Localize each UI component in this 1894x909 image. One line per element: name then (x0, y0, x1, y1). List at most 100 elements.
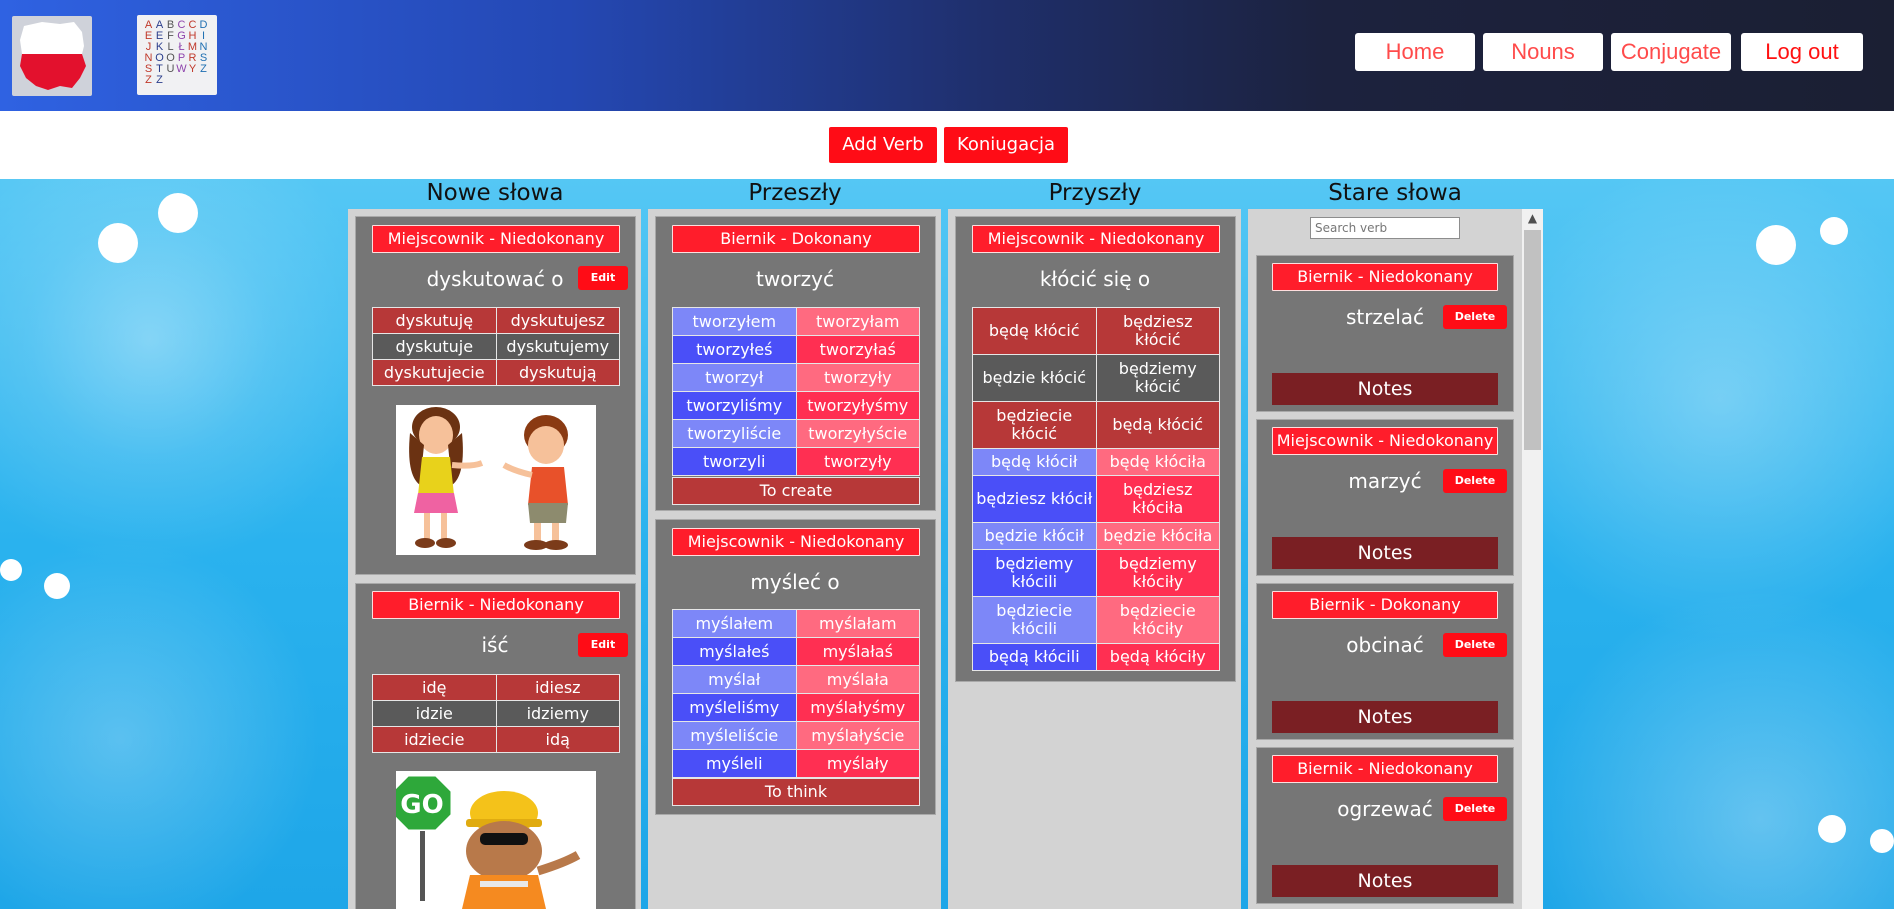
conjugation-cell: dyskutują (495, 359, 620, 386)
conjugation-cell: tworzyłem (672, 307, 797, 336)
column-heading-new: Nowe słowa (426, 180, 564, 206)
conjugation-cell: tworzyliście (672, 419, 797, 448)
action-bar: Add Verb Koniugacja (0, 111, 1894, 179)
conjugation-row: myślałeś myślałaś (672, 637, 920, 666)
conjugation-cell: idą (495, 726, 620, 753)
conjugation-cell: myślał (672, 665, 797, 694)
conjugation-cell: dyskutuję (372, 307, 497, 334)
conjugation-row: myśleli myślały (672, 749, 920, 778)
conjugation-cell: myślały (795, 749, 920, 778)
nav-nouns-button[interactable]: Nouns (1483, 33, 1603, 71)
conjugation-cell: tworzyłeś (672, 335, 797, 364)
logo-letter: U (166, 63, 175, 75)
conjugation-cell: będę kłócił (972, 448, 1097, 476)
conjugation-cell: będą kłócić (1095, 401, 1220, 449)
conjugation-cell: tworzyłaś (795, 335, 920, 364)
conjugation-cell: będę kłóciła (1095, 448, 1220, 476)
conjugation-cell: tworzyliśmy (672, 391, 797, 420)
conjugation-cell: myślałem (672, 609, 797, 638)
go-sign-cartoon-image: GO (396, 771, 596, 909)
conjugation-row: myślał myślała (672, 665, 920, 694)
conjugation-cell: idziecie (372, 726, 497, 753)
conjugation-row: dyskutujecie dyskutują (372, 359, 620, 386)
case-aspect-badge: Biernik - Dokonany (1272, 591, 1498, 619)
logo-letter: Z (156, 74, 163, 86)
poland-map-icon (20, 22, 86, 90)
conjugation-cell: dyskutujecie (372, 359, 497, 386)
conjugation-cell: będziemy kłócić (1095, 354, 1220, 402)
conjugation-cell: myślałam (795, 609, 920, 638)
conjugation-row: tworzyłem tworzyłam (672, 307, 920, 336)
edit-button[interactable]: Edit (578, 266, 628, 290)
case-aspect-badge: Biernik - Niedokonany (372, 591, 620, 619)
conjugation-cell: będziesz kłócił (972, 475, 1097, 523)
add-verb-button[interactable]: Add Verb (829, 127, 937, 163)
conjugation-cell: dyskutujesz (495, 307, 620, 334)
conjugation-cell: myślałeś (672, 637, 797, 666)
verb-infinitive: dyskutować o (426, 267, 564, 291)
header: AABCCDEEFGHIJKLŁMNNOOPRSSTUWYZZZ Home No… (0, 0, 1894, 111)
case-aspect-badge: Miejscownik - Niedokonany (672, 528, 920, 556)
poland-flag-logo[interactable] (12, 16, 92, 96)
case-aspect-badge: Biernik - Niedokonany (1272, 755, 1498, 783)
conjugation-cell: będziesz kłóciła (1095, 475, 1220, 523)
logo-letter: Y (188, 63, 197, 75)
delete-button[interactable]: Delete (1443, 305, 1507, 329)
delete-button[interactable]: Delete (1443, 469, 1507, 493)
notes-button[interactable]: Notes (1272, 865, 1498, 897)
conjugation-row: będzie kłócić będziemy kłócić (972, 354, 1220, 402)
conjugation-cell: tworzyli (672, 447, 797, 476)
conjugation-row: będzie kłócił będzie kłóciła (972, 522, 1220, 550)
conjugation-row: idę idiesz (372, 674, 620, 701)
verb-infinitive: iść (481, 633, 509, 657)
scrollbar-thumb[interactable] (1524, 230, 1541, 450)
conjugation-cell: dyskutuje (372, 333, 497, 360)
delete-button[interactable]: Delete (1443, 633, 1507, 657)
conjugation-cell: będę kłócić (972, 307, 1097, 355)
notes-button[interactable]: Notes (1272, 701, 1498, 733)
notes-button[interactable]: Notes (1272, 537, 1498, 569)
conjugation-row: tworzyliście tworzyłyście (672, 419, 920, 448)
notes-button[interactable]: Notes (1272, 373, 1498, 405)
conjugation-cell: idę (372, 674, 497, 701)
conjugation-row: będziesz kłócił będziesz kłóciła (972, 475, 1220, 523)
conjugation-row: myśleliśmy myślałyśmy (672, 693, 920, 722)
conjugation-row: dyskutuje dyskutujemy (372, 333, 620, 360)
nav-home-button[interactable]: Home (1355, 33, 1475, 71)
verb-infinitive: obcinać (1346, 633, 1424, 657)
koniugacja-button[interactable]: Koniugacja (944, 127, 1068, 163)
delete-button[interactable]: Delete (1443, 797, 1507, 821)
nav-conjugate-button[interactable]: Conjugate (1611, 33, 1731, 71)
conjugation-row: będziecie kłócić będą kłócić (972, 401, 1220, 449)
case-aspect-badge: Biernik - Niedokonany (1272, 263, 1498, 291)
conjugation-row: będę kłócił będę kłóciła (972, 448, 1220, 476)
conjugation-cell: tworzyły (795, 447, 920, 476)
conjugation-row: tworzyliśmy tworzyłyśmy (672, 391, 920, 420)
conversation-cartoon-image (396, 405, 596, 555)
conjugation-cell: tworzyłam (795, 307, 920, 336)
conjugation-cell: myślałaś (795, 637, 920, 666)
edit-button[interactable]: Edit (578, 633, 628, 657)
alphabet-logo[interactable]: AABCCDEEFGHIJKLŁMNNOOPRSSTUWYZZZ (137, 15, 217, 95)
column-heading-past: Przeszły (748, 180, 842, 206)
svg-text:GO: GO (400, 790, 443, 820)
bubble-background (0, 179, 1894, 909)
conjugation-cell: tworzyłyście (795, 419, 920, 448)
conjugation-cell: będą kłócili (972, 643, 1097, 671)
past-conjugation-table: myślałem myślałam myślałeś myślałaś myślał my… (672, 609, 920, 778)
verb-infinitive: marzyć (1348, 469, 1422, 493)
conjugation-cell: będziecie kłócić (972, 401, 1097, 449)
logo-letter: Z (200, 63, 207, 75)
conjugation-cell: będziemy kłóciły (1095, 549, 1220, 597)
conjugation-cell: będzie kłóciła (1095, 522, 1220, 550)
nav-logout-button[interactable]: Log out (1741, 33, 1863, 71)
conjugation-row: tworzyli tworzyły (672, 447, 920, 476)
conjugation-cell: będzie kłócił (972, 522, 1097, 550)
conjugation-cell: idiesz (495, 674, 620, 701)
verb-infinitive: ogrzewać (1337, 797, 1433, 821)
present-conjugation-table: idę idiesz idzie idziemy idziecie idą (372, 674, 620, 753)
search-verb-input[interactable] (1310, 217, 1460, 239)
logo-letter: Z (145, 74, 152, 86)
scroll-up-arrow-icon[interactable]: ▲ (1522, 209, 1543, 228)
column-heading-old: Stare słowa (1328, 180, 1462, 206)
